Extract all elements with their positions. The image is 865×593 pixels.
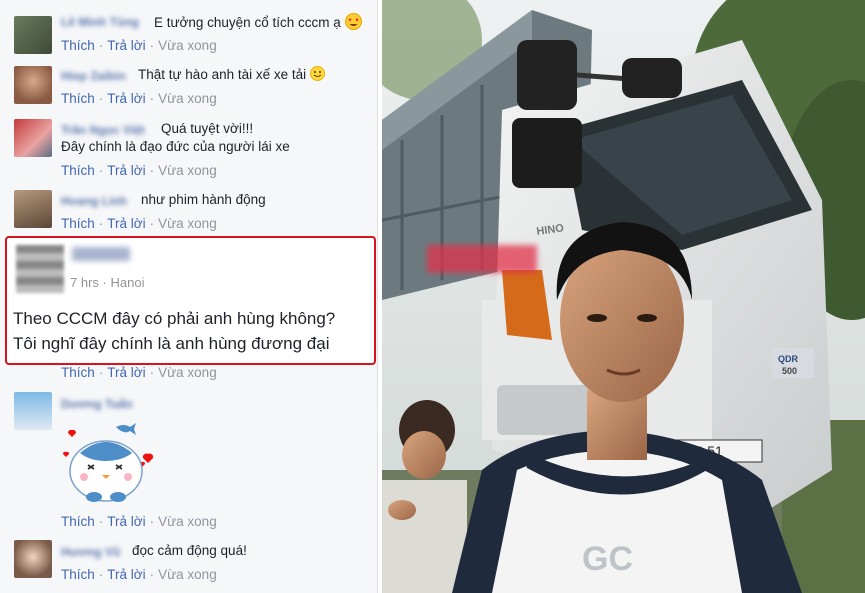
- reply-link[interactable]: Trả lời: [107, 514, 145, 529]
- like-link[interactable]: Thích: [61, 163, 95, 178]
- reply-link[interactable]: Trả lời: [107, 567, 145, 582]
- separator: ·: [149, 216, 155, 231]
- highlighted-line-2: Tôi nghĩ đây chính là anh hùng đương đại: [13, 334, 330, 353]
- separator: ·: [98, 514, 104, 529]
- reply-link[interactable]: Trả lời: [107, 163, 145, 178]
- avatar[interactable]: [14, 540, 52, 578]
- separator: ·: [98, 365, 104, 380]
- comment-text-body: E tưởng chuyện cổ tích cccm ạ: [154, 15, 341, 30]
- truck-driver-photo: HINO QDR 500 398.51 GC: [382, 0, 865, 593]
- separator: ·: [98, 38, 104, 53]
- comment-actions: Thích · Trả lời · Vừa xong: [61, 163, 217, 178]
- highlighted-line-1: Theo CCCM đây có phải anh hùng không?: [13, 309, 336, 328]
- comment-actions: Thích · Trả lời · Vừa xong: [61, 567, 217, 582]
- comment-actions: Thích · Trả lời · Vừa xong: [61, 216, 217, 231]
- commenter-name-redacted[interactable]: [72, 247, 130, 261]
- highlighted-comment: 7 hrs · Hanoi Theo CCCM đây có phải anh …: [5, 236, 376, 365]
- like-link[interactable]: Thích: [61, 38, 95, 53]
- truck-model: 500: [782, 366, 797, 376]
- reply-link[interactable]: Trả lời: [107, 38, 145, 53]
- separator: ·: [149, 91, 155, 106]
- avatar[interactable]: [14, 119, 52, 157]
- separator: ·: [102, 275, 107, 290]
- separator: ·: [98, 163, 104, 178]
- timestamp[interactable]: Vừa xong: [158, 216, 217, 231]
- comment-meta: 7 hrs · Hanoi: [70, 275, 144, 290]
- timestamp[interactable]: Vừa xong: [158, 514, 217, 529]
- separator: ·: [98, 216, 104, 231]
- avatar[interactable]: [14, 190, 52, 228]
- avatar[interactable]: [14, 66, 52, 104]
- truck-badge: QDR: [778, 354, 799, 364]
- separator: ·: [149, 38, 155, 53]
- comment-text: Quá tuyệt vời!!!: [161, 121, 254, 136]
- comment-text: đọc cảm động quá!: [132, 543, 247, 558]
- heart-eyes-icon: [344, 13, 362, 30]
- highlighted-text: Theo CCCM đây có phải anh hùng không? Tô…: [13, 306, 335, 356]
- like-link[interactable]: Thích: [61, 567, 95, 582]
- like-link[interactable]: Thích: [61, 365, 95, 380]
- reply-link[interactable]: Trả lời: [107, 91, 145, 106]
- comment-text: Thật tự hào anh tài xế xe tải: [138, 66, 325, 84]
- like-link[interactable]: Thích: [61, 216, 95, 231]
- comments-panel: Lê Minh Tùng E tưởng chuyện cổ tích cccm…: [0, 0, 378, 593]
- commenter-name[interactable]: Hiep Zaibin: [61, 69, 126, 83]
- commenter-name[interactable]: Lê Minh Tùng: [61, 15, 139, 29]
- separator: ·: [98, 91, 104, 106]
- timestamp[interactable]: Vừa xong: [158, 163, 217, 178]
- blue-bird-sticker: [62, 423, 154, 502]
- comment-actions: Thích · Trả lời · Vừa xong: [61, 514, 217, 529]
- commenter-name[interactable]: Hương Vũ: [61, 545, 120, 559]
- timestamp[interactable]: Vừa xong: [158, 365, 217, 380]
- post-time[interactable]: 7 hrs: [70, 275, 99, 290]
- timestamp[interactable]: Vừa xong: [158, 38, 217, 53]
- separator: ·: [149, 365, 155, 380]
- timestamp[interactable]: Vừa xong: [158, 91, 217, 106]
- avatar[interactable]: [14, 392, 52, 430]
- photo-illustration: HINO QDR 500 398.51 GC: [382, 0, 865, 593]
- commenter-name[interactable]: Hoang Linh: [61, 194, 127, 208]
- comment-actions: Thích · Trả lời · Vừa xong: [61, 38, 217, 53]
- comment-text-line2: Đây chính là đạo đức của người lái xe: [61, 139, 290, 154]
- commenter-name[interactable]: Trần Ngọc Việt: [61, 123, 145, 137]
- commenter-name[interactable]: Dương Tuấn: [61, 397, 133, 411]
- comment-text: như phim hành động: [141, 192, 266, 207]
- reply-link[interactable]: Trả lời: [107, 365, 145, 380]
- like-link[interactable]: Thích: [61, 91, 95, 106]
- avatar[interactable]: [16, 245, 64, 293]
- location: Hanoi: [110, 275, 145, 290]
- separator: ·: [149, 567, 155, 582]
- comment-actions: Thích · Trả lời · Vừa xong: [61, 91, 217, 106]
- comment-text: E tưởng chuyện cổ tích cccm ạ: [154, 13, 362, 32]
- like-link[interactable]: Thích: [61, 514, 95, 529]
- comment-text-body: Thật tự hào anh tài xế xe tải: [138, 67, 307, 82]
- smile-icon: [309, 66, 325, 81]
- avatar[interactable]: [14, 16, 52, 54]
- separator: ·: [149, 514, 155, 529]
- separator: ·: [98, 567, 104, 582]
- reply-link[interactable]: Trả lời: [107, 216, 145, 231]
- shirt-print: GC: [582, 540, 633, 578]
- separator: ·: [149, 163, 155, 178]
- timestamp[interactable]: Vừa xong: [158, 567, 217, 582]
- comment-actions: Thích · Trả lời · Vừa xong: [61, 365, 217, 380]
- blurred-sticker: [427, 245, 537, 273]
